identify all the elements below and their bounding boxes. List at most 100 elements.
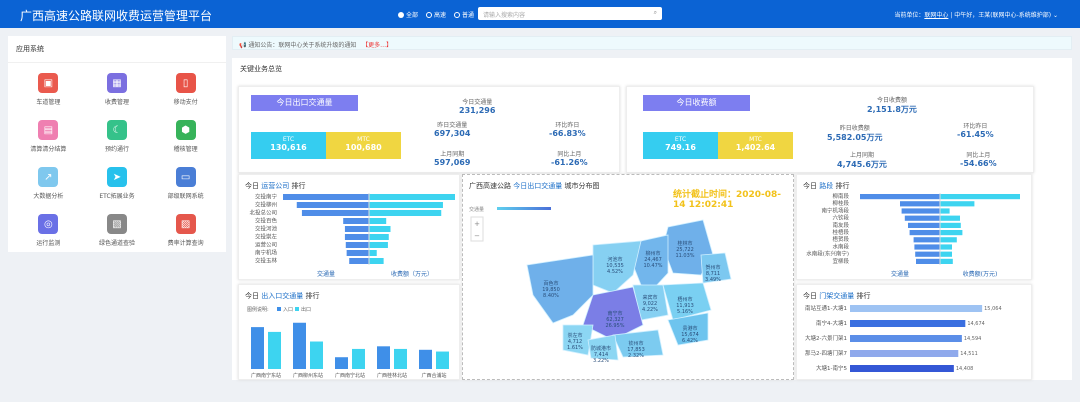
zoom-out-button[interactable]: − — [474, 232, 480, 240]
region-pct: 5.16% — [677, 309, 693, 315]
search-input[interactable]: 请输入搜索内容 ⌕ — [478, 7, 662, 20]
company-ranking-chart: 今日 运营公司 排行 交投南宁 交投柳州 北投总公司 交投百色 交投河池 交投崇左 运营公司… — [238, 174, 460, 280]
app-moon[interactable]: ☾ 预约通行 — [83, 120, 152, 153]
receipt-icon: ▨ — [175, 214, 196, 234]
legend-in: 入口 — [283, 307, 293, 313]
region-name: 防城港市 — [591, 345, 611, 352]
radio-highway[interactable]: 高速 — [426, 10, 446, 19]
search-icon[interactable]: ⌕ — [654, 9, 657, 17]
app-monitor[interactable]: ▣ 车道管理 — [14, 73, 83, 106]
app-label: 费率计算查询 — [167, 240, 204, 247]
legend-swatch-out — [295, 307, 299, 311]
apps-panel: 应用系统 ▣ 车道管理 ▦ 收费管理 ▯ 移动支付 ▤ 清算清分结算 ☾ 预约通行 ⬢ 稽核管理 ↗ 大数… — [8, 36, 226, 252]
bar-revenue — [369, 202, 443, 208]
category-label: 交投柳州 — [255, 201, 277, 209]
app-calendar[interactable]: ▦ 收费管理 — [83, 73, 152, 106]
calendar-icon: ▦ — [106, 73, 127, 93]
category-label: 运营公司 — [255, 241, 277, 249]
app-clipboard[interactable]: ▧ 绿色通道查验 — [83, 214, 152, 247]
traffic-yesterday: 昨日交通量 697,304 — [434, 122, 471, 138]
shield-icon: ⬢ — [175, 120, 196, 140]
section-ranking-chart: 今日 路段 排行 柳南段 柳桂段 南宁机场段 六钦段 南友段 桂梧段 梧贺段 水南段 水南段(东… — [796, 174, 1032, 280]
app-receipt[interactable]: ▨ 费率计算查询 — [151, 214, 220, 247]
zoom-in-button[interactable]: + — [474, 220, 480, 228]
value-label: 14,594 — [964, 336, 982, 342]
bar-exit — [394, 348, 407, 369]
bar-gantry — [850, 365, 954, 372]
traffic-mom: 同比上月 -61.26% — [551, 151, 588, 167]
region-pct: 2.32% — [628, 353, 644, 359]
unit-link[interactable]: 联网中心 — [924, 12, 948, 19]
category-label: 大塘1-南宁5 — [816, 364, 847, 372]
radio-normal[interactable]: 普通 — [454, 10, 474, 19]
revenue-etc: ETC 749.16 — [643, 132, 718, 159]
region-pct: 10.47% — [643, 263, 662, 269]
revenue-mtc: MTC 1,402.64 — [718, 132, 793, 159]
app-send[interactable]: ➤ ETC拓展业务 — [83, 167, 152, 200]
bar-revenue — [940, 251, 952, 257]
bar-revenue — [940, 244, 952, 250]
user-info: 当前单位：联网中心 | 中午好，王某(联网中心-系统维护部) ⌄ — [894, 12, 1058, 19]
legend-swatch-in — [277, 307, 281, 311]
bar-gantry — [850, 305, 983, 312]
category-label: 交投玉林 — [255, 257, 278, 265]
bar-revenue — [369, 194, 455, 200]
legend-gradient — [497, 207, 551, 210]
bar-revenue — [940, 194, 1020, 200]
app-chart[interactable]: ↗ 大数据分析 — [14, 167, 83, 200]
region-name: 桂林市 — [677, 240, 692, 247]
region-name: 贺州市 — [705, 264, 720, 271]
bar-entry — [419, 349, 432, 369]
legend-out: 出口 — [301, 306, 311, 313]
map-region — [526, 254, 594, 324]
app-shield[interactable]: ⬢ 稽核管理 — [151, 120, 220, 153]
category-label: 交投百色 — [255, 217, 278, 225]
clipboard-icon: ▧ — [106, 214, 127, 234]
region-name: 南宁市 — [607, 310, 622, 317]
bar-entry — [377, 346, 390, 369]
notice-link[interactable]: 联网中心关于系统升级的通知 — [278, 42, 356, 49]
revenue-yesterday: 昨日收费额 5,582.05万元 — [827, 125, 883, 142]
bar-gantry — [850, 320, 966, 327]
app-card[interactable]: ▭ 部级联网系统 — [151, 167, 220, 200]
value-label: 14,674 — [967, 321, 985, 327]
bar-revenue — [940, 230, 963, 236]
region-name: 百色市 — [543, 280, 558, 287]
bar-traffic — [900, 201, 940, 207]
bar-gantry — [850, 350, 959, 357]
traffic-card: 今日出口交通量 ETC 130,616 MTC 100,680 今日交通量 231,2… — [238, 86, 620, 173]
value-label: 15,064 — [984, 306, 1002, 312]
bar-traffic — [909, 230, 940, 236]
bar-entry — [293, 322, 306, 369]
bar-traffic — [283, 194, 369, 200]
app-phone[interactable]: ▯ 移动支付 — [151, 73, 220, 106]
more-link[interactable]: 【更多…】 — [362, 42, 392, 49]
category-label: 广西柳州东站 — [293, 372, 323, 379]
app-target[interactable]: ◎ 运行监测 — [14, 214, 83, 247]
category-label: 南友段 — [832, 221, 849, 229]
bar-revenue — [369, 234, 389, 240]
bar-revenue — [369, 210, 442, 216]
document-icon: ▤ — [38, 120, 59, 140]
app-document[interactable]: ▤ 清算清分结算 — [14, 120, 83, 153]
chart-icon: ↗ — [38, 167, 59, 187]
send-icon: ➤ — [106, 167, 127, 187]
radio-all[interactable]: 全部 — [398, 10, 418, 19]
bar-exit — [352, 348, 365, 369]
bar-traffic — [345, 242, 369, 248]
bar-revenue — [369, 258, 384, 264]
bar-traffic — [908, 222, 940, 228]
category-label: 水南段(东兴南宁) — [806, 250, 849, 258]
deadline-text: 统计截止时间：2020-08-14 12:02:41 — [673, 190, 782, 210]
chart-title: 今日 运营公司 排行 — [245, 182, 306, 190]
app-title: 广西高速公路联网收费运营管理平台 — [20, 9, 213, 23]
app-label: 绿色通道查验 — [98, 240, 135, 247]
user-menu[interactable]: | 中午好，王某(联网中心-系统维护部) ⌄ — [948, 12, 1058, 19]
category-label: 南宁4-大塘1 — [816, 319, 847, 327]
region-pct: 4.22% — [642, 307, 658, 313]
app-label: 稽核管理 — [173, 146, 198, 153]
traffic-today: 今日交通量 231,296 — [459, 99, 496, 115]
region-pct: 3.22% — [593, 358, 609, 364]
region-name: 柳州市 — [645, 250, 660, 257]
region-pct: 8.40% — [543, 293, 559, 299]
